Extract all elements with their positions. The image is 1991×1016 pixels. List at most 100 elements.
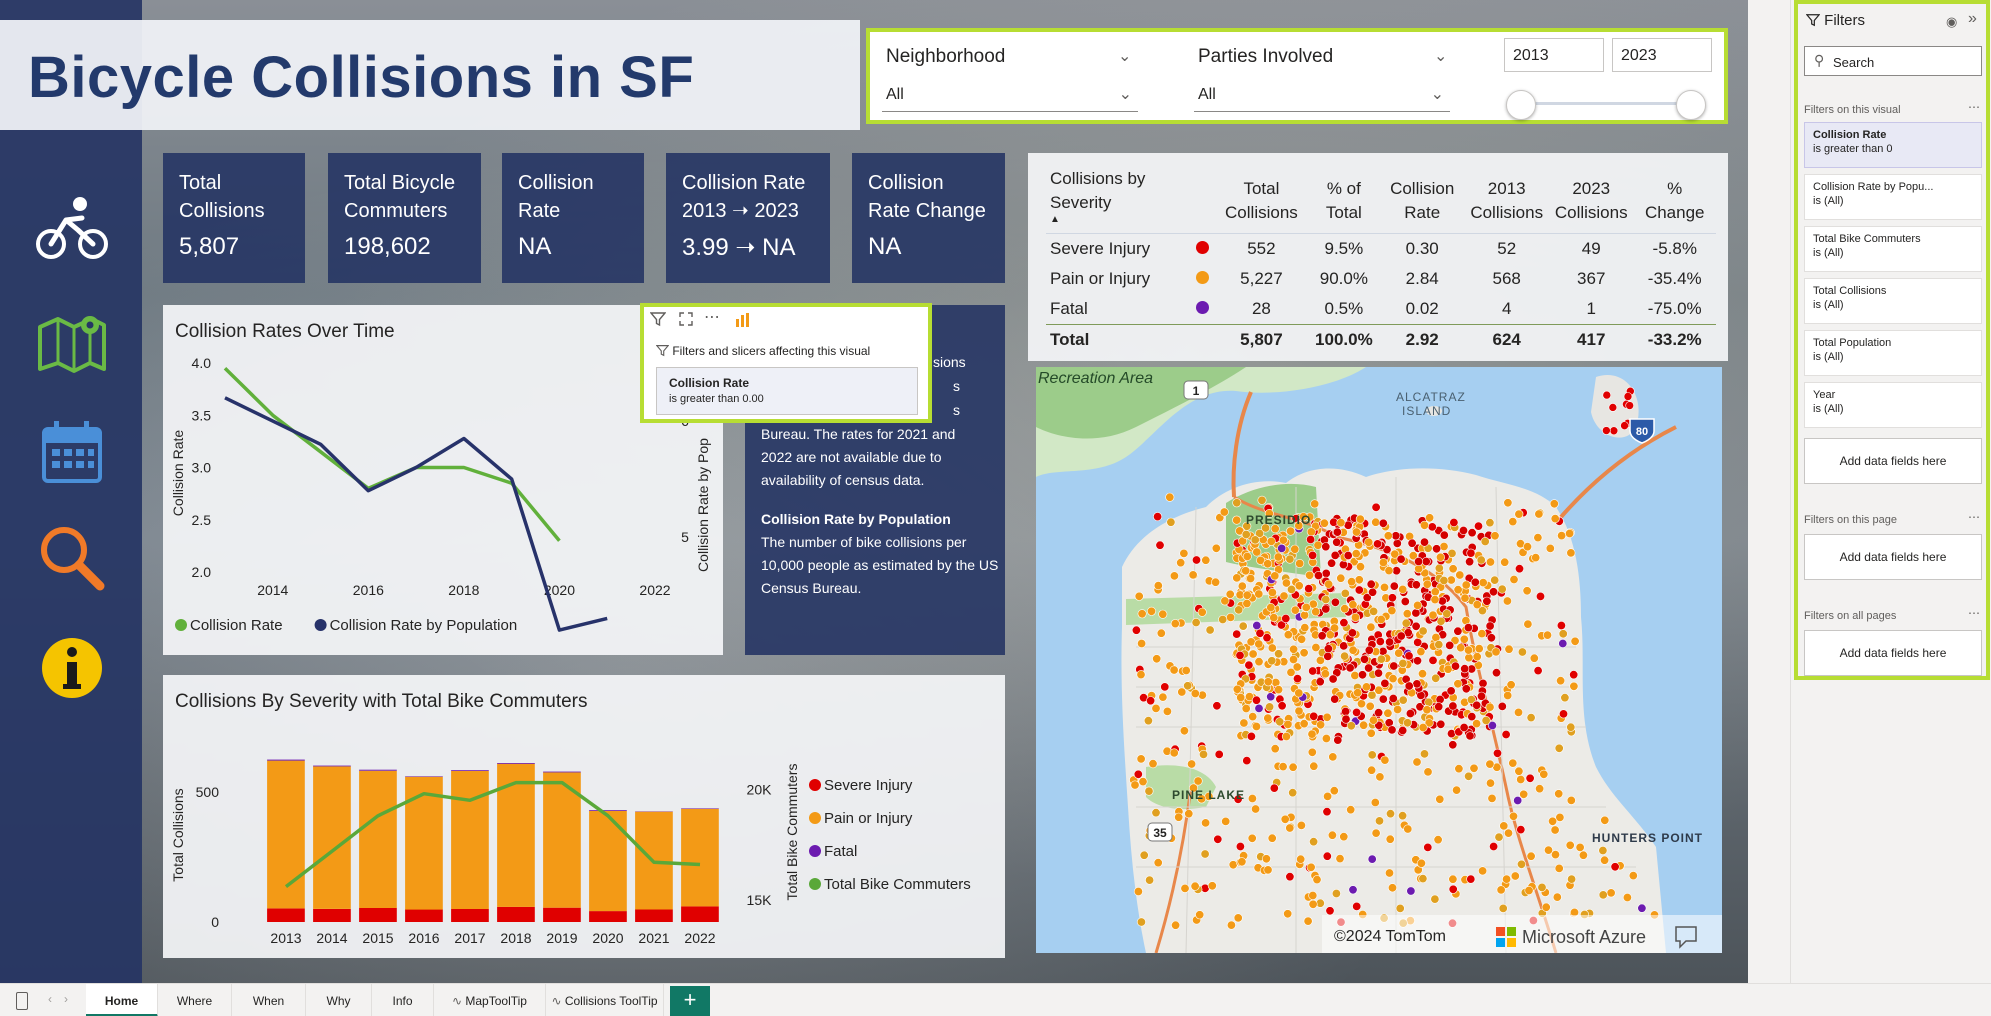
- neighborhood-dropdown[interactable]: All ⌄: [882, 78, 1138, 112]
- chevron-down-icon[interactable]: ⌄: [1434, 46, 1447, 66]
- collision-point: [1395, 903, 1405, 913]
- severity-table-panel[interactable]: Collisions by Severity ▲ Total Collisions…: [1028, 153, 1728, 361]
- table-header[interactable]: Collisions by Severity ▲: [1046, 165, 1191, 234]
- map-icon[interactable]: [34, 305, 110, 381]
- filters-search-input[interactable]: ⚲ Search: [1804, 46, 1982, 76]
- filter-card[interactable]: Total Collisions is (All): [1804, 278, 1982, 324]
- map-canvas[interactable]: 1 80 35 Recreation Area ALCATRAZ ISLAND …: [1036, 367, 1722, 953]
- year-end-input[interactable]: 2023: [1612, 38, 1712, 72]
- year-slider-start-thumb[interactable]: [1506, 90, 1536, 120]
- insights-icon[interactable]: [734, 311, 752, 332]
- collision-point: [1246, 637, 1256, 647]
- add-visual-field[interactable]: Add data fields here: [1804, 438, 1982, 484]
- bar-fatal[interactable]: [267, 759, 305, 761]
- kpi-collision-rate-trend[interactable]: Collision Rate 2013 ➝ 2023 3.99 ➝ NA: [666, 153, 830, 283]
- tab-maptooltip[interactable]: ∿ MapToolTip: [434, 984, 546, 1016]
- kpi-total-commuters[interactable]: Total Bicycle Commuters 198,602: [328, 153, 481, 283]
- tab-where[interactable]: Where: [158, 984, 232, 1016]
- kpi-collision-rate[interactable]: Collision Rate NA: [502, 153, 644, 283]
- more-options-icon[interactable]: ⋯: [704, 307, 720, 327]
- bar-severe-injury[interactable]: [497, 906, 535, 922]
- kpi-total-collisions[interactable]: Total Collisions 5,807: [163, 153, 305, 283]
- table-header[interactable]: Total Collisions: [1215, 165, 1308, 234]
- add-all-pages-field[interactable]: Add data fields here: [1804, 630, 1982, 676]
- bar-severe-injury[interactable]: [635, 909, 673, 923]
- bar-severe-injury[interactable]: [543, 907, 581, 922]
- info-icon[interactable]: [34, 630, 110, 706]
- calendar-icon[interactable]: [34, 415, 110, 491]
- filter-card[interactable]: Collision Rate by Popu... is (All): [1804, 174, 1982, 220]
- table-row[interactable]: Fatal 28 0.5% 0.02 4 1 -75.0%: [1046, 294, 1716, 325]
- table-header[interactable]: % Change: [1633, 165, 1716, 234]
- bar-severe-injury[interactable]: [451, 909, 489, 922]
- filter-card[interactable]: Total Bike Commuters is (All): [1804, 226, 1982, 272]
- legend-label[interactable]: Severe Injury: [824, 777, 913, 794]
- focus-mode-icon[interactable]: [678, 311, 694, 330]
- collapse-icon[interactable]: »: [1968, 10, 1977, 28]
- year-slider-track[interactable]: [1520, 102, 1700, 105]
- eye-icon[interactable]: ◉: [1946, 14, 1957, 30]
- filter-card[interactable]: Year is (All): [1804, 382, 1982, 428]
- tab-why[interactable]: Why: [306, 984, 372, 1016]
- collision-point: [1313, 540, 1323, 550]
- next-page-icon[interactable]: ›: [64, 992, 68, 1006]
- bar-severe-injury[interactable]: [681, 906, 719, 922]
- legend-label[interactable]: Total Bike Commuters: [824, 876, 971, 893]
- bar-fatal[interactable]: [451, 770, 489, 771]
- bar-pain-or-injury[interactable]: [589, 810, 627, 912]
- filter-icon[interactable]: [649, 311, 667, 330]
- bar-fatal[interactable]: [497, 763, 535, 764]
- bar-fatal[interactable]: [405, 776, 443, 777]
- table-header[interactable]: Collision Rate: [1379, 165, 1465, 234]
- bar-fatal[interactable]: [359, 769, 397, 771]
- filter-card[interactable]: Total Population is (All): [1804, 330, 1982, 376]
- series-line-collision-rate[interactable]: [223, 366, 561, 542]
- tab-home[interactable]: Home: [86, 984, 158, 1016]
- table-header[interactable]: % of Total: [1307, 165, 1380, 234]
- more-options-icon[interactable]: ⋯: [1968, 100, 1980, 114]
- add-page-field[interactable]: Add data fields here: [1804, 534, 1982, 580]
- legend-label[interactable]: Collision Rate by Population: [330, 617, 518, 634]
- more-options-icon[interactable]: ⋯: [1968, 510, 1980, 524]
- mobile-layout-icon[interactable]: [16, 992, 28, 1010]
- year-slider-end-thumb[interactable]: [1676, 90, 1706, 120]
- parties-dropdown[interactable]: All ⌄: [1194, 78, 1450, 112]
- bar-severe-injury[interactable]: [313, 909, 351, 922]
- more-options-icon[interactable]: ⋯: [1968, 606, 1980, 620]
- bar-severe-injury[interactable]: [589, 911, 627, 922]
- bar-pain-or-injury[interactable]: [681, 808, 719, 907]
- collision-map[interactable]: 1 80 35 Recreation Area ALCATRAZ ISLAND …: [1036, 367, 1722, 953]
- kpi-collision-rate-change[interactable]: Collision Rate Change NA: [852, 153, 1005, 283]
- bar-fatal[interactable]: [589, 810, 627, 811]
- tab-info[interactable]: Info: [372, 984, 434, 1016]
- bicycle-icon[interactable]: [34, 190, 110, 266]
- table-header[interactable]: 2023 Collisions: [1548, 165, 1634, 234]
- legend-label[interactable]: Fatal: [824, 843, 857, 860]
- table-row[interactable]: Pain or Injury 5,227 90.0% 2.84 568 367 -35.4%: [1046, 264, 1716, 294]
- line-chart-panel[interactable]: Collision Rates Over Time 4.0 3.5 3.0 2.5 2.…: [163, 305, 723, 655]
- bar-fatal[interactable]: [313, 765, 351, 767]
- magnifier-icon[interactable]: [34, 520, 110, 596]
- bar-severe-injury[interactable]: [359, 907, 397, 922]
- legend-label[interactable]: Pain or Injury: [824, 810, 913, 827]
- year-start-input[interactable]: 2013: [1504, 38, 1604, 72]
- prev-page-icon[interactable]: ‹: [48, 992, 52, 1006]
- bar-chart-panel[interactable]: Collisions By Severity with Total Bike C…: [163, 675, 1005, 958]
- bar-pain-or-injury[interactable]: [451, 771, 489, 909]
- tab-collisions-tooltip[interactable]: ∿ Collisions ToolTip: [546, 984, 664, 1016]
- bar-severe-injury[interactable]: [267, 908, 305, 923]
- bar-fatal[interactable]: [681, 808, 719, 809]
- collision-point: [1366, 622, 1376, 632]
- table-header[interactable]: 2013 Collisions: [1464, 165, 1549, 234]
- add-page-button[interactable]: +: [670, 986, 710, 1016]
- table-row[interactable]: Severe Injury 552 9.5% 0.30 52 49 -5.8%: [1046, 234, 1716, 265]
- bar-severe-injury[interactable]: [405, 909, 443, 923]
- chevron-down-icon[interactable]: ⌄: [1118, 46, 1131, 66]
- bar-pain-or-injury[interactable]: [359, 770, 397, 908]
- tab-when[interactable]: When: [232, 984, 306, 1016]
- filter-card[interactable]: Collision Rate is greater than 0: [1804, 122, 1982, 168]
- bar-fatal[interactable]: [543, 771, 581, 773]
- legend-label[interactable]: Collision Rate: [190, 617, 283, 634]
- bar-pain-or-injury[interactable]: [497, 763, 535, 907]
- bar-pain-or-injury[interactable]: [313, 766, 351, 909]
